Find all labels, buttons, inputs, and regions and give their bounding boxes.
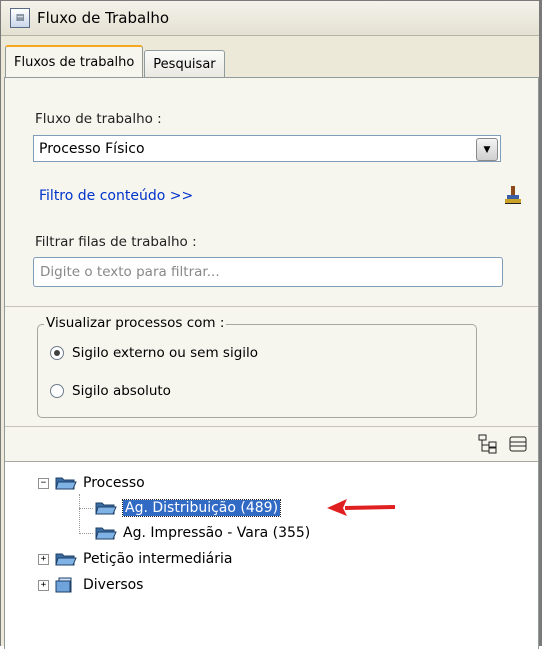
open-folder-icon	[55, 553, 77, 566]
workflow-select[interactable]: Processo Físico ▼	[33, 135, 501, 162]
visibility-group: Visualizar processos com : Sigilo extern…	[37, 315, 477, 418]
tree-node-label: Petição intermediária	[83, 551, 233, 567]
queue-filter-label: Filtrar filas de trabalho :	[35, 234, 197, 250]
workflow-label: Fluxo de trabalho :	[35, 111, 162, 127]
expand-toggle-icon[interactable]: +	[38, 553, 49, 565]
radio-button-checked[interactable]	[50, 346, 64, 360]
radio-sigilo-externo-label: Sigilo externo ou sem sigilo	[72, 345, 259, 361]
tree-node-diversos[interactable]: + Diversos	[38, 574, 143, 596]
tree-node-label-selected: Ag. Distribuição (489)	[121, 499, 282, 517]
title-bar: ▤ Fluxo de Trabalho	[1, 1, 539, 36]
radio-button-unchecked[interactable]	[50, 384, 64, 398]
tree-node-peticao-intermediaria[interactable]: + Petição intermediária	[38, 548, 232, 570]
workflow-tree: − Processo Ag. Distribuição (489) Ag. Im…	[5, 461, 538, 649]
document-folder-icon	[55, 577, 72, 593]
tree-node-label: Processo	[83, 475, 145, 491]
brush-icon[interactable]	[502, 184, 524, 206]
radio-sigilo-absoluto-label: Sigilo absoluto	[72, 383, 171, 399]
tab-pesquisar[interactable]: Pesquisar	[144, 50, 225, 77]
tree-node-label: Ag. Impressão - Vara (355)	[123, 525, 311, 541]
radio-sigilo-absoluto[interactable]: Sigilo absoluto	[50, 383, 171, 399]
workflow-panel: Fluxo de trabalho : Processo Físico ▼ Fi…	[4, 77, 539, 649]
tab-fluxos-de-trabalho[interactable]: Fluxos de trabalho	[5, 45, 144, 77]
radio-sigilo-externo[interactable]: Sigilo externo ou sem sigilo	[50, 345, 258, 361]
workflow-selected-value: Processo Físico	[39, 140, 145, 157]
tree-node-ag-distribuicao[interactable]: Ag. Distribuição (489)	[95, 497, 282, 519]
chevron-down-icon[interactable]: ▼	[476, 138, 498, 161]
open-folder-icon	[55, 477, 77, 490]
tree-node-label: Diversos	[83, 577, 144, 593]
tree-expand-icon[interactable]	[477, 433, 499, 455]
content-filter-link[interactable]: Filtro de conteúdo >>	[39, 188, 193, 204]
tab-strip: Fluxos de trabalho Pesquisar	[5, 45, 226, 77]
window-title: Fluxo de Trabalho	[37, 9, 170, 27]
annotation-arrow-icon	[327, 499, 396, 516]
window-frame: ▤ Fluxo de Trabalho Fluxos de trabalho P…	[0, 0, 542, 649]
divider	[5, 306, 538, 307]
divider	[5, 426, 538, 427]
expand-toggle-icon[interactable]: +	[38, 579, 49, 591]
tree-node-processo[interactable]: − Processo	[38, 472, 145, 494]
tree-collapse-icon[interactable]	[507, 433, 529, 455]
visibility-legend: Visualizar processos com :	[44, 315, 227, 331]
tree-node-ag-impressao[interactable]: Ag. Impressão - Vara (355)	[95, 522, 310, 544]
collapse-toggle-icon[interactable]: −	[38, 477, 49, 489]
open-folder-icon	[95, 527, 117, 540]
app-window-icon: ▤	[10, 8, 30, 28]
queue-filter-input[interactable]	[33, 257, 503, 287]
open-folder-icon	[95, 502, 117, 515]
